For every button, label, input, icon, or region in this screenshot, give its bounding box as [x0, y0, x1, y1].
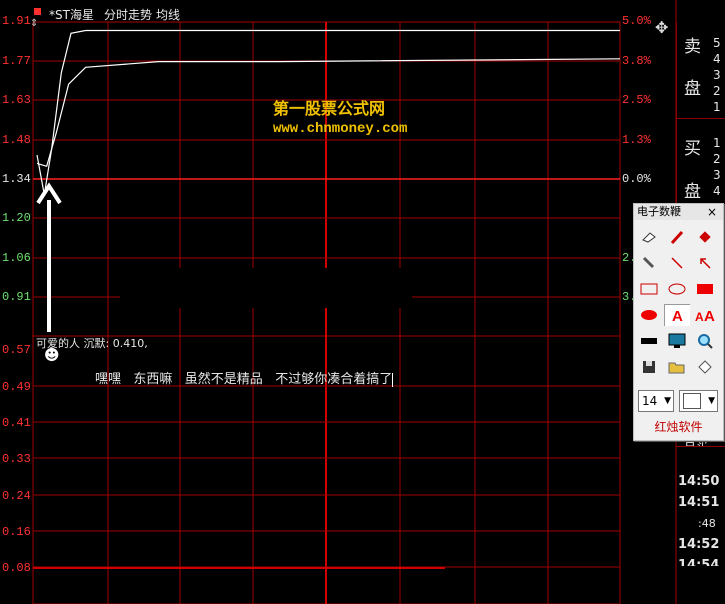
- color-select[interactable]: ▼: [679, 390, 718, 412]
- trade-time: :48: [698, 517, 716, 530]
- open-folder-icon[interactable]: [664, 356, 690, 378]
- time-divider: [676, 446, 725, 447]
- clear-icon[interactable]: [692, 356, 718, 378]
- buy-level: 3: [713, 168, 721, 182]
- percent-label: 1.3%: [622, 133, 651, 147]
- pen-icon[interactable]: [664, 226, 690, 248]
- price-label: 1.06: [2, 251, 31, 265]
- panel-divider: [677, 118, 725, 119]
- price-label: 1.77: [2, 54, 31, 68]
- buy-level: 4: [713, 184, 721, 198]
- sell-label: 卖: [684, 37, 701, 57]
- percent-label: 3.8%: [622, 54, 651, 68]
- percent-label: 0.0%: [622, 172, 651, 186]
- save-icon[interactable]: [636, 356, 662, 378]
- svg-text:A: A: [695, 310, 704, 323]
- arrow-icon[interactable]: [692, 252, 718, 274]
- percent-label: 5.0%: [622, 14, 651, 28]
- view-name: 分时走势: [104, 8, 153, 22]
- brush-icon[interactable]: [636, 252, 662, 274]
- expand-icon[interactable]: ⇕: [30, 18, 38, 29]
- chart-canvas: [32, 0, 677, 604]
- volume-label: 0.24: [2, 489, 31, 503]
- price-label: 1.63: [2, 93, 31, 107]
- trade-time: 14:52: [678, 537, 720, 552]
- price-label: 1.48: [2, 133, 31, 147]
- screen-capture-icon[interactable]: [664, 330, 690, 352]
- menu-icon[interactable]: [34, 8, 41, 15]
- svg-text:A: A: [704, 308, 715, 323]
- trade-time: 14:54: [678, 558, 720, 566]
- color-swatch: [683, 393, 701, 409]
- rectangle-filled-icon[interactable]: [692, 278, 718, 300]
- brand-label: 红烛软件: [654, 420, 703, 434]
- ellipse-outline-icon[interactable]: [664, 278, 690, 300]
- buy-label: 盘: [684, 182, 701, 202]
- volume-label: 0.16: [2, 525, 31, 539]
- text-caret: [392, 372, 394, 387]
- drawing-palette: 电子数鞭 × A AA 14 ▼ ▼ 红烛软件: [633, 203, 724, 441]
- svg-text:A: A: [672, 308, 683, 323]
- sell-level: 4: [713, 52, 721, 66]
- line-icon[interactable]: [664, 252, 690, 274]
- sell-level: 1: [713, 100, 721, 114]
- zoom-icon[interactable]: [692, 330, 718, 352]
- close-icon[interactable]: ×: [707, 204, 717, 220]
- font-size-value: 14: [642, 394, 658, 408]
- paint-bucket-icon[interactable]: [692, 226, 718, 248]
- price-label: 1.20: [2, 211, 31, 225]
- stock-name: *ST海星: [49, 8, 94, 22]
- sell-level: 5: [713, 36, 721, 50]
- buy-label: 买: [684, 139, 701, 159]
- buy-level: 2: [713, 152, 721, 166]
- trade-time: 14:51: [678, 495, 720, 510]
- volume-label: 0.41: [2, 416, 31, 430]
- watermark-url: www.chnmoney.com: [273, 121, 408, 137]
- indicator-name: 均线: [156, 8, 181, 22]
- chevron-down-icon[interactable]: ▼: [664, 391, 671, 411]
- sell-level: 2: [713, 84, 721, 98]
- text-tool-icon[interactable]: A: [664, 304, 690, 326]
- smiley-icon: ☻: [44, 346, 60, 364]
- percent-label: 2.5%: [622, 93, 651, 107]
- volume-label: 0.49: [2, 380, 31, 394]
- sell-level: 3: [713, 68, 721, 82]
- chevron-down-icon[interactable]: ▼: [708, 391, 715, 411]
- move-cursor-icon: ✥: [655, 18, 669, 37]
- ellipse-filled-icon[interactable]: [636, 304, 662, 326]
- volume-label: 0.08: [2, 561, 31, 575]
- volume-label: 0.33: [2, 452, 31, 466]
- trade-time: 14:50: [678, 474, 720, 489]
- palette-title-bar[interactable]: 电子数鞭 ×: [634, 204, 723, 220]
- eraser-icon[interactable]: [636, 226, 662, 248]
- font-size-select[interactable]: 14 ▼: [638, 390, 674, 412]
- rectangle-outline-icon[interactable]: [636, 278, 662, 300]
- palette-title: 电子数鞭: [637, 205, 681, 218]
- price-label: 1.34: [2, 172, 31, 186]
- sell-label: 盘: [684, 79, 701, 99]
- price-label: 0.91: [2, 290, 31, 304]
- chat-message-text: 嘿嘿 东西嘛 虽然不是精品 不过够你凑合着搞了: [95, 372, 393, 387]
- buy-level: 1: [713, 136, 721, 150]
- chat-message: 嘿嘿 东西嘛 虽然不是精品 不过够你凑合着搞了: [95, 368, 394, 387]
- text-size-icon[interactable]: AA: [692, 304, 718, 326]
- volume-label: 0.57: [2, 343, 31, 357]
- price-label: 1.91: [2, 14, 31, 28]
- line-width-icon[interactable]: [636, 330, 662, 352]
- overlay-mask: [120, 268, 412, 308]
- watermark-title: 第一股票公式网: [273, 99, 386, 118]
